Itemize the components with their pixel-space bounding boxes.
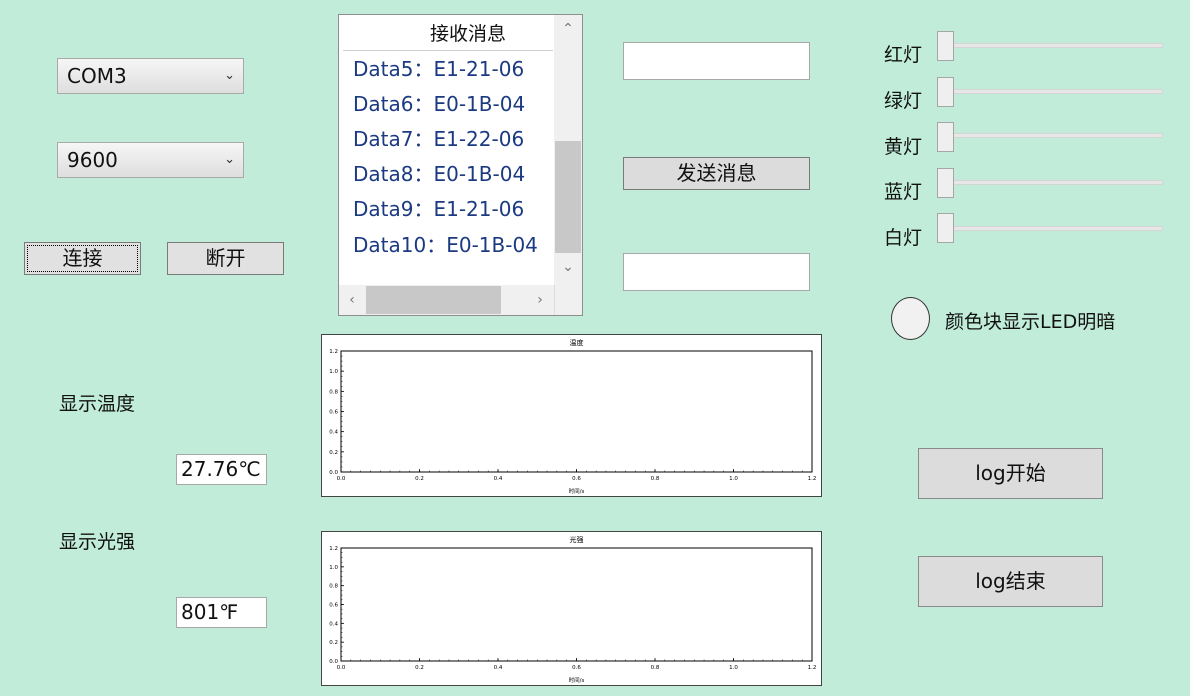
y-tick-label: 1.2 <box>329 546 338 552</box>
y-tick-label: 0.4 <box>329 621 338 627</box>
led-label: 颜色块显示LED明暗 <box>945 311 1116 333</box>
red-light-slider-track[interactable] <box>940 43 1163 48</box>
send-button[interactable]: 发送消息 <box>623 157 810 190</box>
x-tick-label: 0.4 <box>494 665 503 671</box>
list-item[interactable]: Data8：E0-1B-04 <box>353 157 553 191</box>
yellow-light-slider-track[interactable] <box>940 133 1163 138</box>
list-item[interactable]: Data7：E1-22-06 <box>353 122 553 156</box>
green-light-slider-thumb[interactable] <box>937 77 954 107</box>
y-tick-label: 0.6 <box>329 410 338 416</box>
temperature-value[interactable]: 27.76℃ <box>176 454 267 485</box>
log-stop-button[interactable]: log结束 <box>918 556 1103 607</box>
y-tick-label: 0.2 <box>329 640 338 646</box>
send-input[interactable] <box>623 42 810 80</box>
blue-light-slider-track[interactable] <box>940 180 1163 185</box>
vertical-scrollbar[interactable]: ⌃ ⌄ <box>554 15 582 285</box>
list-item[interactable]: Data6：E0-1B-04 <box>353 87 553 121</box>
light-intensity-chart-title: 光强 <box>570 535 584 544</box>
chevron-down-icon[interactable]: ⌄ <box>554 259 582 275</box>
x-tick-label: 0.2 <box>415 476 424 482</box>
baud-select[interactable]: 9600 ⌄ <box>57 142 244 178</box>
x-tick-label: 0.0 <box>337 476 346 482</box>
y-tick-label: 0.8 <box>329 389 338 395</box>
list-item[interactable]: Data5：E1-21-06 <box>353 52 553 86</box>
green-light-label: 绿灯 <box>884 90 923 112</box>
green-light-slider-track[interactable] <box>940 89 1163 94</box>
x-tick-label: 0.2 <box>415 665 424 671</box>
y-tick-label: 1.0 <box>329 565 338 571</box>
y-tick-label: 1.0 <box>329 369 338 375</box>
y-tick-label: 0.8 <box>329 584 338 590</box>
blue-light-label: 蓝灯 <box>884 181 923 203</box>
receive-listbox[interactable]: 接收消息 Data5：E1-21-06 Data6：E0-1B-04 Data7… <box>338 14 583 316</box>
x-tick-label: 1.0 <box>729 476 738 482</box>
horizontal-scrollbar[interactable]: ‹ › <box>339 285 554 315</box>
y-tick-label: 0.0 <box>329 659 338 665</box>
white-light-slider-track[interactable] <box>940 226 1163 231</box>
receive-header: 接收消息 <box>343 17 553 51</box>
x-tick-label: 1.2 <box>808 476 817 482</box>
red-light-slider-thumb[interactable] <box>937 31 954 61</box>
port-select-value: COM3 <box>67 64 127 88</box>
led-color-block <box>891 297 930 340</box>
plot-area <box>340 547 813 662</box>
scroll-corner <box>554 285 582 315</box>
chevron-left-icon[interactable]: ‹ <box>339 285 365 315</box>
x-tick-label: 0.0 <box>337 665 346 671</box>
blue-light-slider-thumb[interactable] <box>937 168 954 198</box>
chevron-up-icon[interactable]: ⌃ <box>554 21 582 37</box>
light-intensity-value[interactable]: 801℉ <box>176 597 267 628</box>
light-intensity-label: 显示光强 <box>59 531 136 553</box>
list-item[interactable]: Data10：E0-1B-04 <box>353 228 553 262</box>
white-light-label: 白灯 <box>884 227 923 249</box>
send-input-field[interactable] <box>628 43 809 79</box>
x-tick-label: 0.6 <box>572 476 581 482</box>
chevron-down-icon: ⌄ <box>224 68 235 83</box>
y-tick-label: 0.4 <box>329 430 338 436</box>
light-intensity-chart-xlabel: 时间/s <box>569 676 585 684</box>
red-light-label: 红灯 <box>884 44 923 66</box>
horizontal-scroll-thumb[interactable] <box>366 286 501 314</box>
connect-button[interactable]: 连接 <box>24 242 141 275</box>
x-tick-label: 0.4 <box>494 476 503 482</box>
log-start-button[interactable]: log开始 <box>918 448 1103 499</box>
port-select[interactable]: COM3 ⌄ <box>57 58 244 94</box>
baud-select-value: 9600 <box>67 148 118 172</box>
disconnect-button[interactable]: 断开 <box>167 242 284 275</box>
x-tick-label: 0.6 <box>572 665 581 671</box>
yellow-light-slider-thumb[interactable] <box>937 122 954 152</box>
send-output-field[interactable] <box>628 254 809 290</box>
yellow-light-label: 黄灯 <box>884 136 923 158</box>
white-light-slider-thumb[interactable] <box>937 213 954 243</box>
light-intensity-chart-svg: 光强 0.0 0.2 0.4 0.6 0.8 1.0 1.2 0.0 0.2 0.4 0.6 0.8 1.… <box>329 535 817 684</box>
list-item[interactable]: Data9：E1-21-06 <box>353 192 553 226</box>
light-intensity-chart: 光强 0.0 0.2 0.4 0.6 0.8 1.0 1.2 0.0 0.2 0.4 0.6 0.8 1.… <box>321 531 822 686</box>
y-tick-label: 0.0 <box>329 470 338 476</box>
vertical-scroll-thumb[interactable] <box>555 141 581 253</box>
send-output[interactable] <box>623 253 810 291</box>
x-tick-label: 1.0 <box>729 665 738 671</box>
temperature-chart-xlabel: 时间/s <box>569 487 585 495</box>
temperature-label: 显示温度 <box>59 393 136 415</box>
temperature-chart-svg: 温度 0.0 0.2 0.4 0.6 0.8 1.0 1.2 0.0 0.2 0.4 0.6 0.8 1.… <box>329 338 817 495</box>
y-tick-label: 1.2 <box>329 349 338 355</box>
temperature-chart-title: 温度 <box>570 338 584 347</box>
temperature-chart: 温度 0.0 0.2 0.4 0.6 0.8 1.0 1.2 0.0 0.2 0.4 0.6 0.8 1.… <box>321 334 822 497</box>
x-tick-label: 0.8 <box>651 665 660 671</box>
x-tick-label: 0.8 <box>651 476 660 482</box>
chevron-right-icon[interactable]: › <box>527 285 553 315</box>
plot-area <box>340 350 813 473</box>
y-tick-label: 0.2 <box>329 450 338 456</box>
chevron-down-icon: ⌄ <box>224 152 235 167</box>
x-tick-label: 1.2 <box>808 665 817 671</box>
y-tick-label: 0.6 <box>329 603 338 609</box>
